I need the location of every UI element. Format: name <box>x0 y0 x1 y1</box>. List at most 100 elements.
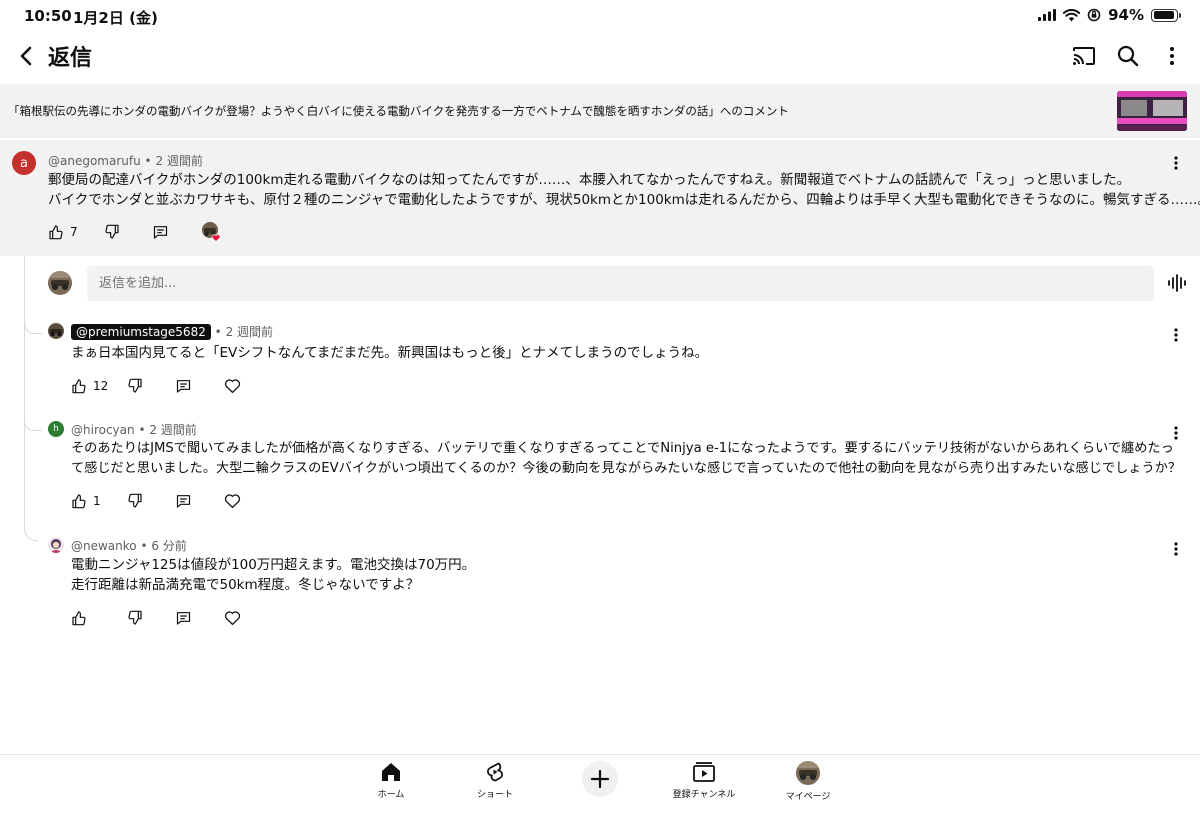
video-context-bar[interactable]: 「箱根駅伝の先導にホンダの電動バイクが登場？ようやく白バイに使える電動バイクを発… <box>0 84 1200 138</box>
comment-text: 電動ニンジャ125は値段が100万円超えます。電池交換は70万円。 走行距離は新… <box>71 555 475 595</box>
home-icon <box>382 763 400 781</box>
comment-text: まぁ日本国内見てると「EVシフトなんてまだまだ先。新興国はもっと後」とナメてしま… <box>71 343 708 363</box>
heart-icon <box>224 611 241 626</box>
my-avatar <box>48 271 72 295</box>
meta-separator: • <box>140 539 152 553</box>
heart-button[interactable] <box>224 375 241 397</box>
heart-button[interactable] <box>224 490 241 512</box>
status-indicators: 94% <box>1038 6 1181 24</box>
comment-meta: @newanko • 6 分前 <box>71 537 187 554</box>
search-button[interactable] <box>1112 40 1144 72</box>
meta-separator: • <box>144 154 156 168</box>
more-vert-icon <box>1170 47 1174 65</box>
voice-input-button[interactable] <box>1166 272 1188 294</box>
avatar[interactable]: a <box>12 151 36 175</box>
page-title: 返信 <box>48 46 93 71</box>
comment-author[interactable]: @hirocyan <box>71 423 135 437</box>
back-button[interactable] <box>10 40 42 72</box>
like-button[interactable]: 7 <box>48 221 78 243</box>
battery-level <box>1153 11 1175 19</box>
app-header: 返信 <box>0 32 1200 82</box>
reply-input[interactable] <box>87 266 1154 301</box>
comment-meta: @premiumstage5682 • 2 週間前 <box>71 323 273 340</box>
thumbs-up-icon <box>72 611 86 626</box>
creator-heart-badge <box>201 221 223 243</box>
comment-icon <box>153 226 168 239</box>
subscriptions-icon <box>693 762 715 782</box>
comment-author[interactable]: @premiumstage5682 <box>71 324 211 340</box>
status-date: 1月2日 (金) <box>73 9 158 27</box>
dislike-button[interactable] <box>104 221 120 243</box>
avatar-image <box>48 537 64 553</box>
video-thumbnail[interactable] <box>1117 91 1187 131</box>
comment-time: 6 分前 <box>151 539 187 553</box>
more-vert-icon <box>1174 426 1178 440</box>
cast-icon <box>1073 47 1095 65</box>
like-count: 7 <box>70 225 78 239</box>
avatar[interactable]: h <box>48 421 64 437</box>
more-vert-icon <box>1174 328 1178 342</box>
bottom-nav: ホーム ショート 登録チャンネル マイページ <box>0 754 1200 827</box>
heart-icon <box>224 494 241 509</box>
heart-button[interactable] <box>224 607 241 629</box>
reply-button[interactable] <box>175 490 192 512</box>
nav-you[interactable]: マイページ <box>763 761 853 802</box>
thumbs-up-icon <box>72 494 86 509</box>
heart-icon <box>224 379 241 394</box>
dislike-button[interactable] <box>127 375 143 397</box>
my-avatar <box>796 761 820 785</box>
cellular-signal-icon <box>1038 9 1057 21</box>
comment-more-button[interactable] <box>1166 423 1186 443</box>
cast-button[interactable] <box>1068 40 1100 72</box>
like-button[interactable] <box>71 607 93 629</box>
comment-line: そのあたりはJMSで聞いてみましたが価格が高くなりすぎる、バッテリで重くなりすぎ… <box>71 441 1174 456</box>
reply-comment: @premiumstage5682 • 2 週間前 まぁ日本国内見てると「EVシ… <box>0 320 1200 408</box>
creator-heart-icon <box>202 222 221 243</box>
nav-label: ホーム <box>377 790 405 800</box>
nav-subscriptions[interactable]: 登録チャンネル <box>659 761 749 800</box>
comment-time: 2 週間前 <box>225 325 274 339</box>
nav-shorts[interactable]: ショート <box>450 761 540 800</box>
like-count: 1 <box>93 494 101 508</box>
like-button[interactable]: 1 <box>71 490 101 512</box>
battery-icon <box>1151 8 1181 22</box>
reply-button[interactable] <box>152 221 169 243</box>
thumbs-down-icon <box>128 493 142 508</box>
comment-author[interactable]: @newanko <box>71 539 137 553</box>
more-vert-icon <box>1174 156 1178 170</box>
create-button[interactable] <box>582 761 618 797</box>
comment-line: 郵便局の配達バイクがホンダの100km走れる電動バイクなのは知ってたんですが……… <box>48 172 1131 188</box>
avatar[interactable] <box>48 323 64 339</box>
comment-line: 走行距離は新品満充電で50km程度。冬じゃないですよ？ <box>71 577 420 593</box>
thumbs-down-icon <box>105 224 119 239</box>
comment-more-button[interactable] <box>1166 539 1186 559</box>
comment-more-button[interactable] <box>1166 153 1186 173</box>
comment-line: まぁ日本国内見てると「EVシフトなんてまだまだ先。新興国はもっと後」とナメてしま… <box>71 345 709 361</box>
comment-line: 電動ニンジャ125は値段が100万円超えます。電池交換は70万円。 <box>71 557 476 573</box>
video-title: 「箱根駅伝の先導にホンダの電動バイクが登場？ようやく白バイに使える電動バイクを発… <box>8 104 789 118</box>
comment-more-button[interactable] <box>1166 325 1186 345</box>
reply-comment: @newanko • 6 分前 電動ニンジャ125は値段が100万円超えます。電… <box>0 533 1200 633</box>
comment-time: 2 週間前 <box>149 423 197 437</box>
dislike-button[interactable] <box>127 490 143 512</box>
like-button[interactable]: 12 <box>71 375 108 397</box>
comment-author[interactable]: @anegomarufu <box>48 154 141 168</box>
reply-button[interactable] <box>175 375 192 397</box>
parent-comment: a @anegomarufu • 2 週間前 郵便局の配達バイクがホンダの100… <box>0 140 1200 256</box>
plus-icon <box>590 769 610 789</box>
reply-composer <box>0 264 1200 304</box>
reply-button[interactable] <box>175 607 192 629</box>
status-time: 10:50 <box>24 7 72 25</box>
wifi-icon <box>1063 8 1081 21</box>
battery-percent: 94% <box>1108 6 1144 24</box>
comment-icon <box>176 495 191 508</box>
comment-time: 2 週間前 <box>155 154 203 168</box>
more-options-button[interactable] <box>1156 40 1188 72</box>
comment-meta: @anegomarufu • 2 週間前 <box>48 152 203 169</box>
reply-comment: h @hirocyan • 2 週間前 そのあたりはJMSで聞いてみましたが価格… <box>0 417 1200 527</box>
avatar[interactable] <box>48 537 64 553</box>
dislike-button[interactable] <box>127 607 143 629</box>
meta-separator: • <box>214 325 226 339</box>
search-icon <box>1117 45 1139 67</box>
nav-home[interactable]: ホーム <box>346 761 436 800</box>
